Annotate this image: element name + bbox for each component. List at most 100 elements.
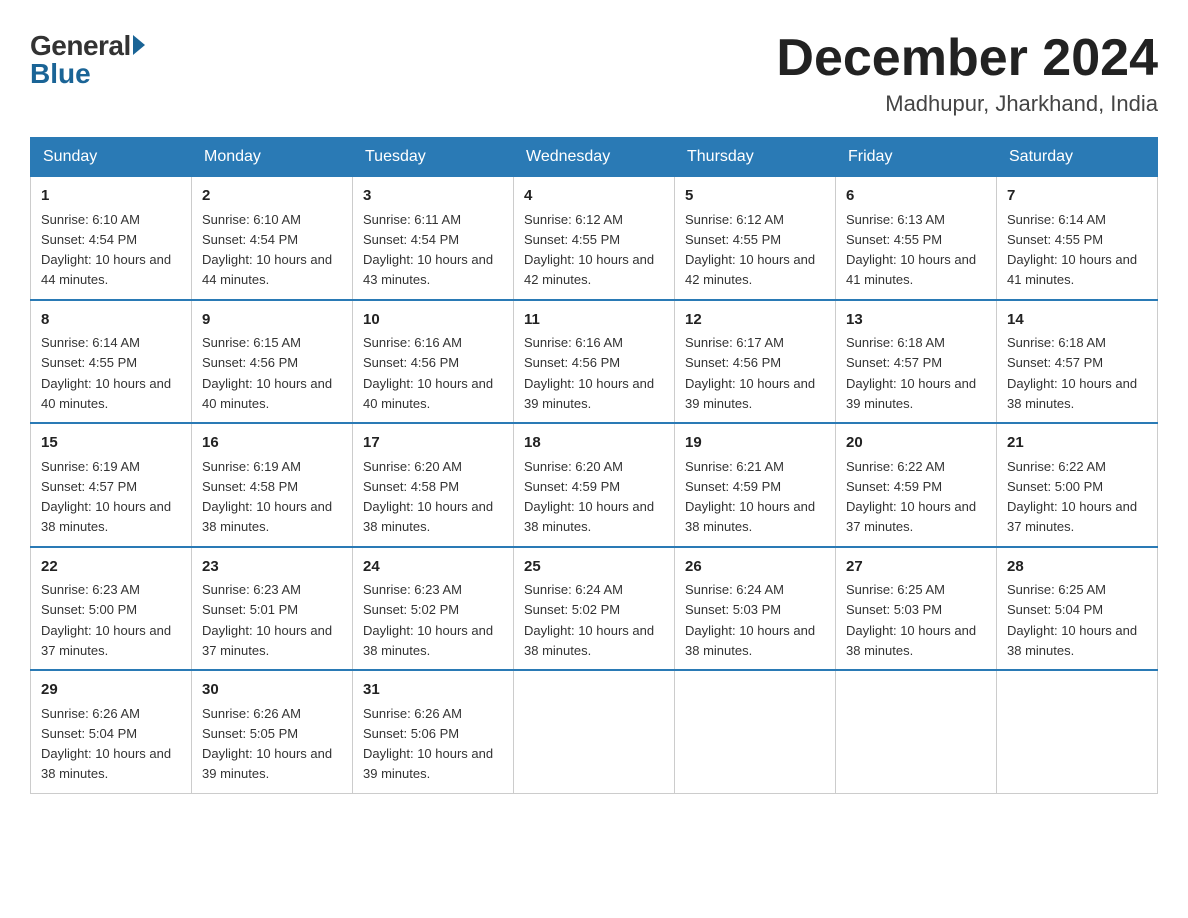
- day-number: 18: [524, 432, 664, 455]
- day-sunset: Sunset: 4:59 PM: [524, 479, 620, 494]
- logo-arrow-icon: [133, 35, 145, 55]
- calendar-day-6: 6 Sunrise: 6:13 AM Sunset: 4:55 PM Dayli…: [836, 177, 997, 300]
- day-sunrise: Sunrise: 6:22 AM: [1007, 459, 1106, 474]
- calendar-day-empty: [675, 670, 836, 793]
- calendar-day-30: 30 Sunrise: 6:26 AM Sunset: 5:05 PM Dayl…: [192, 670, 353, 793]
- month-year-title: December 2024: [776, 30, 1158, 87]
- day-sunrise: Sunrise: 6:10 AM: [202, 212, 301, 227]
- day-sunset: Sunset: 5:02 PM: [524, 602, 620, 617]
- day-header-thursday: Thursday: [675, 138, 836, 177]
- day-daylight: Daylight: 10 hours and 43 minutes.: [363, 252, 493, 287]
- calendar-day-24: 24 Sunrise: 6:23 AM Sunset: 5:02 PM Dayl…: [353, 547, 514, 671]
- day-sunset: Sunset: 4:56 PM: [363, 355, 459, 370]
- day-sunrise: Sunrise: 6:26 AM: [41, 706, 140, 721]
- calendar-day-27: 27 Sunrise: 6:25 AM Sunset: 5:03 PM Dayl…: [836, 547, 997, 671]
- calendar-day-25: 25 Sunrise: 6:24 AM Sunset: 5:02 PM Dayl…: [514, 547, 675, 671]
- day-number: 15: [41, 432, 181, 455]
- day-sunset: Sunset: 4:56 PM: [524, 355, 620, 370]
- day-sunrise: Sunrise: 6:26 AM: [202, 706, 301, 721]
- day-sunrise: Sunrise: 6:23 AM: [41, 582, 140, 597]
- calendar-header: SundayMondayTuesdayWednesdayThursdayFrid…: [31, 138, 1158, 177]
- day-number: 23: [202, 556, 342, 579]
- day-number: 16: [202, 432, 342, 455]
- day-sunset: Sunset: 4:57 PM: [41, 479, 137, 494]
- day-sunrise: Sunrise: 6:25 AM: [1007, 582, 1106, 597]
- day-number: 22: [41, 556, 181, 579]
- calendar-week-5: 29 Sunrise: 6:26 AM Sunset: 5:04 PM Dayl…: [31, 670, 1158, 793]
- calendar-day-empty: [997, 670, 1158, 793]
- calendar-day-31: 31 Sunrise: 6:26 AM Sunset: 5:06 PM Dayl…: [353, 670, 514, 793]
- day-sunset: Sunset: 4:54 PM: [363, 232, 459, 247]
- day-sunset: Sunset: 4:57 PM: [846, 355, 942, 370]
- day-sunrise: Sunrise: 6:10 AM: [41, 212, 140, 227]
- day-number: 24: [363, 556, 503, 579]
- day-sunset: Sunset: 4:55 PM: [41, 355, 137, 370]
- day-sunrise: Sunrise: 6:20 AM: [363, 459, 462, 474]
- calendar-day-11: 11 Sunrise: 6:16 AM Sunset: 4:56 PM Dayl…: [514, 300, 675, 424]
- day-sunrise: Sunrise: 6:24 AM: [524, 582, 623, 597]
- calendar-day-4: 4 Sunrise: 6:12 AM Sunset: 4:55 PM Dayli…: [514, 177, 675, 300]
- calendar-day-10: 10 Sunrise: 6:16 AM Sunset: 4:56 PM Dayl…: [353, 300, 514, 424]
- calendar-day-28: 28 Sunrise: 6:25 AM Sunset: 5:04 PM Dayl…: [997, 547, 1158, 671]
- calendar-day-13: 13 Sunrise: 6:18 AM Sunset: 4:57 PM Dayl…: [836, 300, 997, 424]
- calendar-week-1: 1 Sunrise: 6:10 AM Sunset: 4:54 PM Dayli…: [31, 177, 1158, 300]
- day-sunset: Sunset: 4:54 PM: [202, 232, 298, 247]
- day-number: 10: [363, 309, 503, 332]
- day-number: 29: [41, 679, 181, 702]
- day-daylight: Daylight: 10 hours and 38 minutes.: [363, 623, 493, 658]
- calendar-day-5: 5 Sunrise: 6:12 AM Sunset: 4:55 PM Dayli…: [675, 177, 836, 300]
- day-number: 17: [363, 432, 503, 455]
- day-sunset: Sunset: 5:00 PM: [41, 602, 137, 617]
- day-sunrise: Sunrise: 6:15 AM: [202, 335, 301, 350]
- title-section: December 2024 Madhupur, Jharkhand, India: [776, 30, 1158, 117]
- day-sunset: Sunset: 4:58 PM: [202, 479, 298, 494]
- day-sunrise: Sunrise: 6:18 AM: [846, 335, 945, 350]
- day-header-friday: Friday: [836, 138, 997, 177]
- day-sunset: Sunset: 5:02 PM: [363, 602, 459, 617]
- calendar-day-16: 16 Sunrise: 6:19 AM Sunset: 4:58 PM Dayl…: [192, 423, 353, 547]
- location-subtitle: Madhupur, Jharkhand, India: [776, 91, 1158, 117]
- day-sunrise: Sunrise: 6:13 AM: [846, 212, 945, 227]
- day-daylight: Daylight: 10 hours and 38 minutes.: [202, 499, 332, 534]
- day-sunset: Sunset: 4:59 PM: [846, 479, 942, 494]
- day-sunset: Sunset: 5:04 PM: [41, 726, 137, 741]
- day-daylight: Daylight: 10 hours and 39 minutes.: [685, 376, 815, 411]
- day-sunset: Sunset: 5:01 PM: [202, 602, 298, 617]
- day-number: 31: [363, 679, 503, 702]
- day-daylight: Daylight: 10 hours and 44 minutes.: [41, 252, 171, 287]
- calendar-day-22: 22 Sunrise: 6:23 AM Sunset: 5:00 PM Dayl…: [31, 547, 192, 671]
- day-sunrise: Sunrise: 6:18 AM: [1007, 335, 1106, 350]
- calendar-day-3: 3 Sunrise: 6:11 AM Sunset: 4:54 PM Dayli…: [353, 177, 514, 300]
- day-number: 8: [41, 309, 181, 332]
- day-number: 25: [524, 556, 664, 579]
- day-number: 9: [202, 309, 342, 332]
- day-daylight: Daylight: 10 hours and 40 minutes.: [202, 376, 332, 411]
- day-daylight: Daylight: 10 hours and 41 minutes.: [1007, 252, 1137, 287]
- day-sunrise: Sunrise: 6:21 AM: [685, 459, 784, 474]
- calendar-day-empty: [836, 670, 997, 793]
- day-sunset: Sunset: 5:00 PM: [1007, 479, 1103, 494]
- day-daylight: Daylight: 10 hours and 38 minutes.: [41, 499, 171, 534]
- day-daylight: Daylight: 10 hours and 38 minutes.: [41, 746, 171, 781]
- day-sunrise: Sunrise: 6:25 AM: [846, 582, 945, 597]
- day-daylight: Daylight: 10 hours and 40 minutes.: [363, 376, 493, 411]
- day-number: 2: [202, 185, 342, 208]
- day-sunset: Sunset: 4:55 PM: [846, 232, 942, 247]
- calendar-day-2: 2 Sunrise: 6:10 AM Sunset: 4:54 PM Dayli…: [192, 177, 353, 300]
- day-number: 6: [846, 185, 986, 208]
- day-sunset: Sunset: 5:03 PM: [685, 602, 781, 617]
- calendar-day-9: 9 Sunrise: 6:15 AM Sunset: 4:56 PM Dayli…: [192, 300, 353, 424]
- day-number: 5: [685, 185, 825, 208]
- day-header-monday: Monday: [192, 138, 353, 177]
- calendar-day-12: 12 Sunrise: 6:17 AM Sunset: 4:56 PM Dayl…: [675, 300, 836, 424]
- day-number: 21: [1007, 432, 1147, 455]
- day-number: 11: [524, 309, 664, 332]
- day-sunrise: Sunrise: 6:19 AM: [202, 459, 301, 474]
- page-header: General Blue December 2024 Madhupur, Jha…: [30, 30, 1158, 117]
- day-sunrise: Sunrise: 6:16 AM: [524, 335, 623, 350]
- day-sunset: Sunset: 4:55 PM: [1007, 232, 1103, 247]
- day-daylight: Daylight: 10 hours and 42 minutes.: [524, 252, 654, 287]
- calendar-day-17: 17 Sunrise: 6:20 AM Sunset: 4:58 PM Dayl…: [353, 423, 514, 547]
- day-header-tuesday: Tuesday: [353, 138, 514, 177]
- day-number: 3: [363, 185, 503, 208]
